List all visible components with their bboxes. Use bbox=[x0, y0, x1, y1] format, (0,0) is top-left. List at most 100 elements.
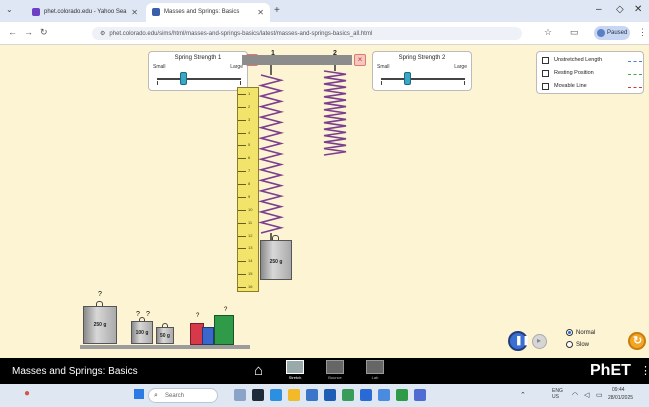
ruler-tick bbox=[238, 132, 246, 134]
app-icon-word[interactable] bbox=[360, 389, 372, 401]
ruler-tick-label: 5 bbox=[248, 142, 251, 148]
clock-time[interactable]: 09:44 bbox=[612, 387, 625, 393]
app-icon-explorer[interactable] bbox=[288, 389, 300, 401]
battery-icon[interactable]: ▭ bbox=[596, 391, 603, 399]
tray-language[interactable]: ENG US bbox=[552, 388, 563, 400]
screen-lab-button[interactable]: Lab bbox=[362, 360, 388, 382]
speed-normal-option[interactable]: Normal bbox=[566, 329, 595, 336]
ruler-tick bbox=[238, 274, 246, 276]
speed-slow-option[interactable]: Slow bbox=[566, 341, 589, 348]
back-icon[interactable]: ← bbox=[8, 27, 17, 37]
ruler-tick bbox=[238, 106, 246, 108]
screen-label: Bounce bbox=[328, 375, 342, 380]
unstretched-length-checkbox[interactable]: Unstretched Length bbox=[542, 56, 642, 67]
simulation-area: Spring Strength 1 Small Large Spring Str… bbox=[0, 45, 649, 358]
app-icon-gallery[interactable] bbox=[234, 389, 246, 401]
bookmark-star-icon[interactable]: ☆ bbox=[544, 27, 552, 38]
app-icon-chrome[interactable] bbox=[342, 389, 354, 401]
reset-all-button[interactable]: ↻ bbox=[628, 332, 646, 350]
speed-normal-label: Normal bbox=[576, 330, 596, 337]
screen-bounce-button[interactable]: Bounce bbox=[322, 360, 348, 382]
checkbox-label: Unstretched Length bbox=[554, 57, 603, 63]
url-field[interactable]: ⚙ phet.colorado.edu/sims/html/masses-and-… bbox=[92, 27, 522, 40]
app-icon-mail[interactable] bbox=[324, 389, 336, 401]
close-window-button[interactable]: ✕ bbox=[634, 4, 642, 15]
ruler-tick bbox=[238, 184, 246, 186]
ruler-tick bbox=[238, 94, 246, 95]
pause-icon: ❚❚ bbox=[515, 335, 531, 345]
app-icon-taskview[interactable] bbox=[252, 389, 264, 401]
shelf-mass-100g[interactable]: 100 g bbox=[130, 315, 154, 345]
checkbox[interactable] bbox=[542, 70, 549, 77]
spring-strength-1-knob[interactable] bbox=[180, 72, 187, 85]
shelf-mass-250g[interactable]: 250 g bbox=[82, 297, 118, 345]
ruler-tick bbox=[238, 145, 246, 147]
tab-yahoo-search[interactable]: phet.colorado.edu - Yahoo Sea ✕ bbox=[26, 3, 144, 22]
spring-strength-2-knob[interactable] bbox=[404, 72, 411, 85]
ruler-tick-label: 12 bbox=[248, 232, 253, 238]
spring-1[interactable] bbox=[257, 65, 285, 241]
taskbar-search[interactable]: ⌕ Search bbox=[148, 388, 218, 403]
ruler-tick-label: 15 bbox=[248, 271, 253, 277]
slider-max-label: Large bbox=[454, 64, 467, 70]
app-icon-store[interactable] bbox=[306, 389, 318, 401]
spring-coil bbox=[257, 74, 285, 234]
speed-slow-label: Slow bbox=[576, 342, 590, 349]
ruler-tick bbox=[238, 119, 246, 121]
checkbox[interactable] bbox=[542, 57, 549, 64]
site-info-icon[interactable]: ⚙ bbox=[100, 31, 105, 37]
step-forward-button[interactable]: ▸ bbox=[532, 334, 547, 349]
app-icon-edge[interactable] bbox=[270, 389, 282, 401]
ruler-tick bbox=[238, 261, 246, 263]
start-icon[interactable] bbox=[134, 389, 144, 399]
browser-menu-icon[interactable]: ⋮ bbox=[638, 27, 647, 38]
mystery-mass-blue[interactable] bbox=[202, 327, 214, 345]
spring-strength-2-track[interactable] bbox=[381, 78, 465, 80]
tray-overflow-icon[interactable]: ⌃ bbox=[520, 391, 526, 399]
lab-screen-icon bbox=[366, 360, 384, 374]
pause-button[interactable]: ❚❚ bbox=[508, 331, 531, 351]
phet-logo[interactable]: PhET bbox=[590, 362, 631, 380]
movable-line-checkbox[interactable]: Movable Line bbox=[542, 82, 642, 93]
tab-search-icon[interactable]: ⌄ bbox=[6, 5, 13, 14]
search-icon: ⌕ bbox=[154, 392, 158, 399]
app-icon-teams[interactable] bbox=[414, 389, 426, 401]
attached-mass-250g[interactable]: 250 g bbox=[259, 235, 293, 281]
ruler-tick-label: 9 bbox=[248, 193, 251, 199]
volume-icon[interactable]: ◁ bbox=[584, 391, 589, 399]
app-icon-excel[interactable] bbox=[396, 389, 408, 401]
tab-masses-and-springs[interactable]: Masses and Springs: Basics ✕ bbox=[146, 3, 270, 22]
home-icon[interactable]: ⌂ bbox=[254, 362, 263, 379]
resting-position-checkbox[interactable]: Resting Position bbox=[542, 69, 642, 80]
phet-menu-icon[interactable]: ⋮ bbox=[640, 364, 649, 377]
radio-button[interactable] bbox=[566, 329, 573, 336]
shelf-mass-50g[interactable]: 50 g bbox=[155, 321, 175, 345]
minimize-button[interactable]: – bbox=[596, 4, 602, 15]
screen-stretch-button[interactable]: Stretch bbox=[282, 360, 308, 382]
taskbar-search-placeholder: Search bbox=[165, 393, 185, 399]
wifi-icon[interactable]: ◠ bbox=[572, 391, 578, 399]
ruler-tick-label: 7 bbox=[248, 168, 251, 174]
widgets-icon[interactable]: ● bbox=[24, 388, 30, 399]
maximize-button[interactable]: ◇ bbox=[616, 4, 624, 15]
profile-button[interactable]: Paused bbox=[594, 26, 630, 40]
ruler-tick-label: 11 bbox=[248, 219, 253, 225]
display-options-panel: Unstretched Length Resting Position Mova… bbox=[536, 51, 644, 94]
screen-label: Lab bbox=[371, 375, 379, 380]
phet-navigation-bar: Masses and Springs: Basics ⌂ Stretch Bou… bbox=[0, 358, 649, 384]
new-tab-button[interactable]: + bbox=[274, 5, 280, 16]
spring-strength-1-track[interactable] bbox=[157, 78, 241, 80]
profile-label: Paused bbox=[607, 30, 628, 36]
reload-icon[interactable]: ↻ bbox=[40, 27, 48, 38]
close-tab-icon[interactable]: ✕ bbox=[131, 8, 138, 17]
close-tab-icon[interactable]: ✕ bbox=[257, 8, 264, 17]
spring-2[interactable] bbox=[323, 65, 347, 156]
forward-icon[interactable]: → bbox=[24, 27, 33, 37]
checkbox[interactable] bbox=[542, 83, 549, 90]
radio-button[interactable] bbox=[566, 341, 573, 348]
app-icon-photos[interactable] bbox=[378, 389, 390, 401]
tab-label: Masses and Springs: Basics bbox=[164, 9, 240, 15]
mystery-mass-green[interactable] bbox=[214, 315, 234, 345]
sidepanel-icon[interactable]: ▭ bbox=[570, 27, 579, 38]
clock-date[interactable]: 28/01/2025 bbox=[608, 395, 633, 401]
